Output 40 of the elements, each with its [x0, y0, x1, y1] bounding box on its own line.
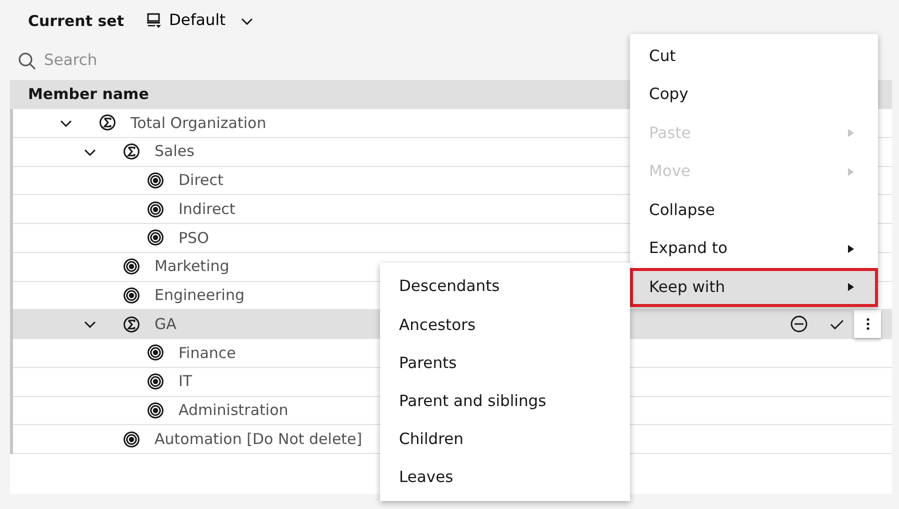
target-icon: [147, 229, 164, 246]
member-name: Administration: [178, 400, 288, 422]
caret-right-icon: [846, 282, 856, 292]
target-icon: [147, 373, 164, 390]
target-icon: [147, 344, 164, 362]
member-name: Finance: [178, 342, 236, 364]
member-name: Total Organization: [130, 112, 266, 134]
menu-item[interactable]: Keep with: [630, 268, 878, 306]
caret-right-icon: [846, 128, 856, 138]
sigma-icon: [99, 114, 116, 132]
member-name: Engineering: [154, 285, 244, 306]
member-name: Direct: [178, 170, 224, 192]
overflow-menu-button[interactable]: [854, 310, 881, 338]
caret-right-icon: [846, 244, 856, 254]
submenu-item[interactable]: Descendants: [380, 268, 630, 306]
sigma-icon: [123, 316, 140, 333]
current-set-label: Current set: [28, 10, 124, 32]
member-name: GA: [154, 314, 176, 335]
target-icon: [147, 172, 164, 189]
target-icon: [147, 200, 164, 218]
minus-circle-icon[interactable]: [790, 315, 808, 334]
submenu-item[interactable]: Leaves: [380, 458, 630, 498]
set-dropdown[interactable]: Default: [146, 9, 254, 33]
target-icon: [147, 402, 164, 419]
member-name: IT: [178, 371, 192, 392]
target-icon: [123, 258, 140, 276]
list-view-icon: [146, 13, 162, 29]
search-icon: [18, 52, 36, 70]
member-name: Automation [Do Not delete]: [154, 428, 362, 450]
sigma-icon: [123, 143, 140, 160]
caret-right-icon: [846, 166, 856, 177]
column-header[interactable]: Member name: [28, 83, 149, 106]
member-name: Indirect: [178, 198, 236, 220]
member-name: PSO: [178, 228, 209, 249]
search-field[interactable]: Search: [36, 48, 336, 74]
member-name: Marketing: [154, 256, 230, 278]
menu-item[interactable]: Cut: [630, 37, 878, 76]
target-icon: [123, 286, 140, 304]
member-name: Sales: [154, 141, 194, 162]
target-icon: [123, 430, 140, 448]
